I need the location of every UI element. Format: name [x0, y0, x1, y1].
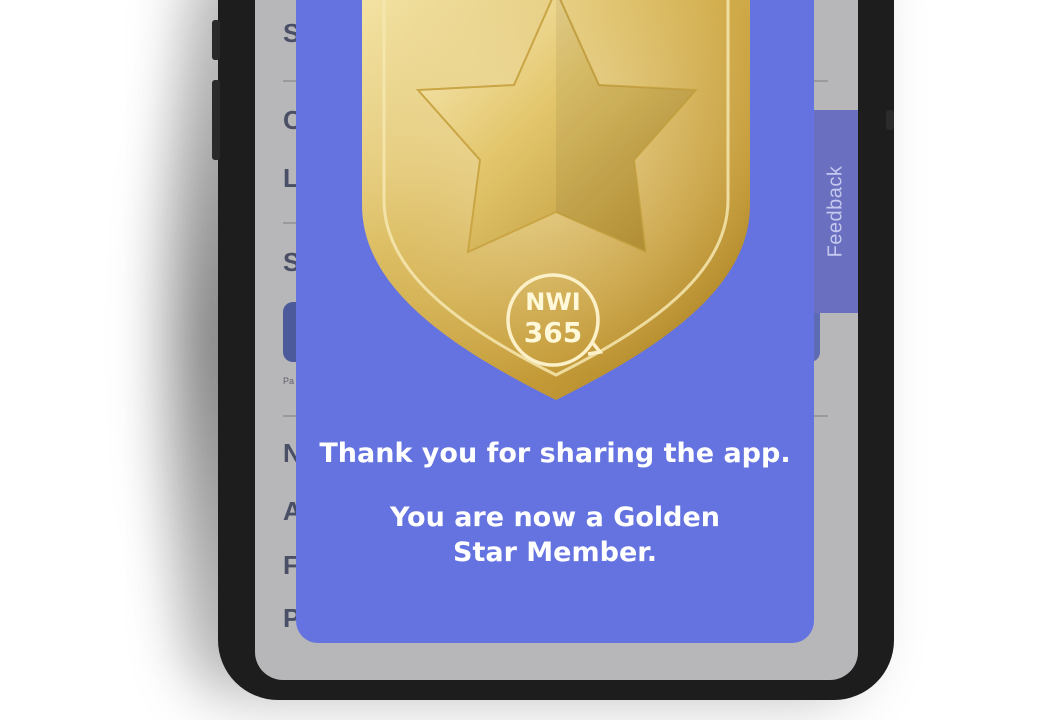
phone-power-button [886, 110, 894, 130]
badge-logo-line2: 365 [524, 316, 582, 349]
modal-thank-you-text: Thank you for sharing the app. [319, 438, 791, 469]
feedback-tab[interactable]: Feedback [813, 110, 858, 313]
background-small-text: Pa [283, 376, 295, 386]
modal-golden-star-text: You are now a Golden Star Member. [389, 502, 721, 568]
phone-side-button [212, 80, 220, 160]
badge-logo-line1: NWI [525, 288, 581, 316]
feedback-tab-label: Feedback [824, 165, 846, 258]
phone-side-button [212, 20, 220, 60]
star-shield-badge-icon: NWI 365 [362, 0, 750, 400]
